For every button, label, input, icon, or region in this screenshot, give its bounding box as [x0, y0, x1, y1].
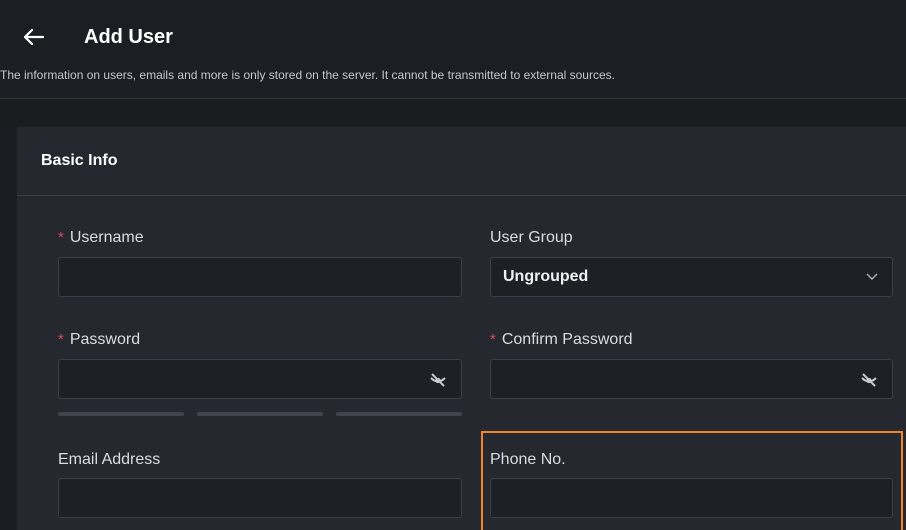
eye-off-icon[interactable]	[429, 371, 447, 389]
username-label: * Username	[58, 229, 144, 246]
privacy-notice: The information on users, emails and mor…	[0, 68, 615, 82]
required-marker: *	[490, 331, 496, 348]
phone-highlight-box	[481, 431, 903, 530]
panel-header: Basic Info	[17, 127, 906, 196]
email-input[interactable]	[58, 478, 462, 518]
page-title: Add User	[84, 26, 173, 48]
password-strength-bar-3	[336, 412, 462, 416]
password-strength-bar-2	[197, 412, 323, 416]
section-title: Basic Info	[41, 152, 118, 169]
back-button[interactable]	[19, 24, 49, 50]
password-label: * Password	[58, 331, 141, 348]
page-header: Add User The information on users, email…	[0, 0, 906, 99]
arrow-left-icon	[24, 29, 44, 45]
required-marker: *	[58, 331, 64, 348]
user-group-select[interactable]: Ungrouped	[490, 257, 893, 297]
password-strength-bar-1	[58, 412, 184, 416]
required-marker: *	[58, 229, 64, 246]
email-label: Email Address	[58, 451, 161, 468]
eye-off-icon[interactable]	[860, 371, 878, 389]
confirm-password-input[interactable]	[490, 359, 893, 399]
user-group-label: User Group	[490, 229, 573, 246]
username-input[interactable]	[58, 257, 462, 297]
confirm-password-label: * Confirm Password	[490, 331, 633, 348]
header-divider-gap	[0, 99, 906, 127]
chevron-down-icon	[866, 273, 878, 280]
password-input[interactable]	[58, 359, 462, 399]
user-group-value: Ungrouped	[503, 268, 589, 285]
